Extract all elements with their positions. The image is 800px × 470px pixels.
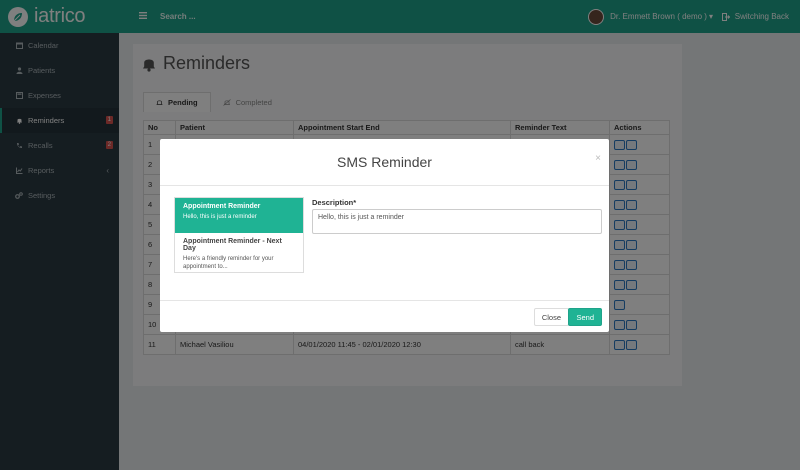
modal-title: SMS Reminder [337,154,432,170]
close-button[interactable]: Close [533,308,569,326]
template-item-appointment-reminder-next-day[interactable]: Appointment Reminder - Next Day Here's a… [175,233,303,270]
modal-body: Appointment Reminder Hello, this is just… [160,186,609,300]
sms-reminder-modal: SMS Reminder × Appointment Reminder Hell… [160,139,609,332]
template-title: Appointment Reminder - Next Day [183,238,282,252]
template-item-appointment-reminder[interactable]: Appointment Reminder Hello, this is just… [175,198,303,233]
template-description: Here's a friendly reminder for your appo… [183,256,274,270]
description-label: Description* [312,198,357,207]
template-description: Hello, this is just a reminder [183,214,257,220]
modal-footer: Close Send [160,300,609,332]
close-icon[interactable]: × [595,153,601,164]
template-title: Appointment Reminder [183,203,261,210]
description-textarea[interactable]: Hello, this is just a reminder [312,209,602,234]
template-list: Appointment Reminder Hello, this is just… [174,197,304,273]
modal-header: SMS Reminder × [160,139,609,186]
send-button[interactable]: Send [568,308,602,326]
